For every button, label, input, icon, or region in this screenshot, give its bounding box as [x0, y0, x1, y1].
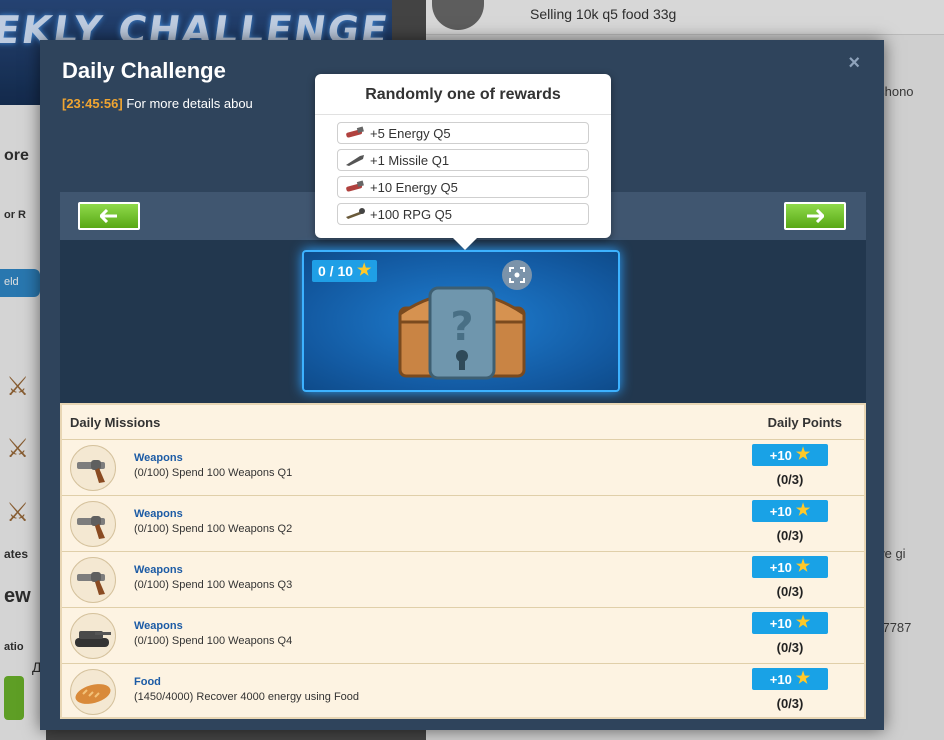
mission-progress: (0/3) [776, 696, 804, 711]
mission-row: Weapons (0/100) Spend 100 Weapons Q2 +10… [62, 496, 864, 552]
points-value: +10 [769, 559, 792, 575]
reward-item: +1 Missile Q1 [337, 149, 589, 171]
mission-progress: (0/3) [776, 640, 804, 655]
points-value: +10 [769, 615, 792, 631]
chest-points-counter: 0 / 10 ★ [312, 260, 378, 282]
revolver-icon [70, 445, 116, 491]
points-badge: +10 ★ [752, 500, 828, 522]
missions-header: Daily Missions Daily Points [62, 405, 864, 440]
tank-icon [70, 613, 116, 659]
energy-icon [346, 180, 364, 192]
reward-label: +5 Energy Q5 [370, 125, 451, 141]
star-icon: ★ [795, 558, 811, 575]
missile-icon [346, 155, 364, 166]
mission-title: Weapons [134, 564, 183, 576]
reward-item: +5 Energy Q5 [337, 122, 589, 144]
star-icon: ★ [357, 262, 372, 279]
revolver-icon [70, 501, 116, 547]
reward-label: +1 Missile Q1 [370, 152, 450, 168]
mission-progress: (0/3) [776, 472, 804, 487]
mission-title: Food [134, 676, 161, 688]
missions-table: Daily Missions Daily Points Weapons (0/1… [60, 403, 866, 719]
modal-subtitle: [23:45:56] For more details abou [62, 96, 253, 111]
star-icon: ★ [795, 446, 811, 463]
bread-icon [70, 669, 116, 715]
mission-description: (0/100) Spend 100 Weapons Q4 [134, 635, 293, 647]
mission-row: Weapons (0/100) Spend 100 Weapons Q1 +10… [62, 440, 864, 496]
details-text: For more details abou [126, 96, 253, 111]
reward-item: +100 RPG Q5 [337, 203, 589, 225]
previous-button[interactable] [78, 202, 140, 230]
mission-row: Food (1450/4000) Recover 4000 energy usi… [62, 664, 864, 719]
mission-row: Weapons (0/100) Spend 100 Weapons Q3 +10… [62, 552, 864, 608]
reward-item: +10 Energy Q5 [337, 176, 589, 198]
svg-text:?: ? [450, 304, 473, 350]
revolver-icon [70, 557, 116, 603]
points-column-header: Daily Points [767, 415, 842, 430]
star-icon: ★ [795, 502, 811, 519]
reward-chest-card[interactable]: 0 / 10 ★ ? [302, 250, 620, 392]
close-icon[interactable]: × [848, 52, 860, 75]
mission-title: Weapons [134, 452, 183, 464]
mission-description: (0/100) Spend 100 Weapons Q3 [134, 579, 293, 591]
next-button[interactable] [784, 202, 846, 230]
mission-title: Weapons [134, 508, 183, 520]
rewards-tooltip: Randomly one of rewards +5 Energy Q5 +1 … [315, 74, 611, 250]
missions-column-header: Daily Missions [70, 415, 161, 430]
arrow-right-icon [807, 209, 824, 223]
points-badge: +10 ★ [752, 668, 828, 690]
mission-description: (0/100) Spend 100 Weapons Q1 [134, 467, 293, 479]
star-icon: ★ [795, 614, 811, 631]
reward-label: +100 RPG Q5 [370, 206, 453, 222]
mission-row: Weapons (0/100) Spend 100 Weapons Q4 +10… [62, 608, 864, 664]
points-badge: +10 ★ [752, 612, 828, 634]
mission-title: Weapons [134, 620, 183, 632]
mission-description: (1450/4000) Recover 4000 energy using Fo… [134, 691, 360, 703]
reward-label: +10 Energy Q5 [370, 179, 458, 195]
rpg-icon [346, 208, 365, 219]
chest-area: 0 / 10 ★ ? [60, 240, 866, 403]
points-badge: +10 ★ [752, 556, 828, 578]
points-badge: +10 ★ [752, 444, 828, 466]
points-value: +10 [769, 447, 792, 463]
mission-progress: (0/3) [776, 528, 804, 543]
mission-description: (0/100) Spend 100 Weapons Q2 [134, 523, 293, 535]
mystery-chest-icon: ? [398, 286, 526, 380]
modal-title: Daily Challenge [62, 58, 226, 83]
star-icon: ★ [795, 670, 811, 687]
tooltip-divider [315, 114, 611, 115]
points-value: +10 [769, 671, 792, 687]
mission-progress: (0/3) [776, 584, 804, 599]
countdown-timer: [23:45:56] [62, 96, 123, 111]
points-value: +10 [769, 503, 792, 519]
arrow-left-icon [100, 209, 117, 223]
chest-count-text: 0 / 10 [318, 263, 354, 279]
energy-icon [346, 126, 364, 138]
tooltip-title: Randomly one of rewards [365, 86, 561, 103]
tooltip-arrow [453, 238, 477, 250]
